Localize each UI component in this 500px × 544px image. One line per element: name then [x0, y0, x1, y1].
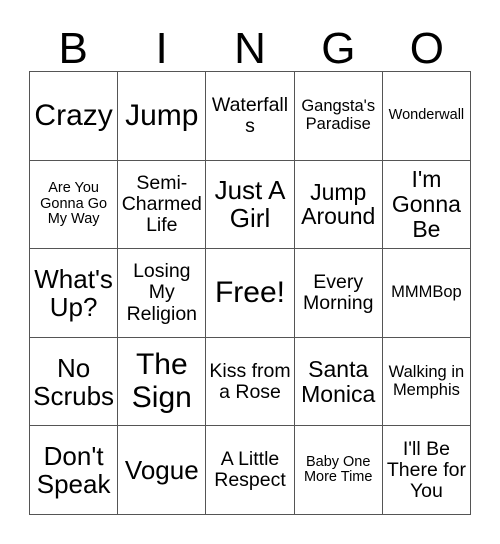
bingo-cell-label: Just A Girl: [214, 175, 286, 234]
bingo-cell[interactable]: The Sign: [118, 337, 207, 427]
bingo-cell-label: Santa Monica: [301, 355, 376, 407]
bingo-cell[interactable]: Santa Monica: [294, 337, 383, 427]
bingo-cell-label: Gangsta's Paradise: [301, 96, 376, 133]
bingo-cell[interactable]: I'm Gonna Be: [382, 160, 472, 250]
bingo-cell-label: Are You Gonna Go My Way: [40, 179, 108, 228]
bingo-cell[interactable]: Semi-Charmed Life: [118, 160, 207, 250]
bingo-cell-label: Baby One More Time: [303, 453, 373, 486]
bingo-header-letter-o: O: [409, 24, 444, 73]
bingo-cell[interactable]: Just A Girl: [206, 160, 295, 250]
bingo-cell[interactable]: Vogue: [118, 426, 207, 515]
bingo-cell-label: I'm Gonna Be: [391, 166, 461, 242]
bingo-cell-label: Crazy: [34, 98, 113, 132]
bingo-row: What's Up? Losing My Religion Free! Every M…: [30, 249, 472, 338]
bingo-cell-label: Free!: [214, 275, 286, 309]
bingo-cell-label: Jump Around: [301, 178, 376, 230]
bingo-cell[interactable]: Jump Around: [294, 160, 383, 250]
bingo-cell-label: I'll Be There for You: [386, 437, 466, 502]
bingo-cell[interactable]: Crazy: [30, 72, 119, 161]
bingo-row: Are You Gonna Go My Way Semi-Charmed Life…: [30, 160, 472, 250]
bingo-cell[interactable]: A Little Respect: [206, 426, 295, 515]
bingo-grid: Crazy Jump Waterfalls Gangsta's Paradise Won…: [29, 71, 472, 515]
bingo-cell[interactable]: MMMBop: [382, 249, 472, 338]
bingo-cell[interactable]: Wonderwall: [382, 72, 472, 161]
bingo-cell-label: What's Up?: [34, 263, 113, 322]
bingo-cell[interactable]: Are You Gonna Go My Way: [30, 160, 119, 250]
bingo-cell[interactable]: Waterfalls: [206, 72, 295, 161]
bingo-cell[interactable]: Losing My Religion: [118, 249, 207, 338]
bingo-cell[interactable]: Baby One More Time: [294, 426, 383, 515]
bingo-row: Crazy Jump Waterfalls Gangsta's Paradise Won…: [30, 72, 472, 161]
bingo-header-letters: BINGO: [29, 14, 471, 71]
bingo-cell-label: Vogue: [124, 455, 199, 486]
bingo-cell-label: No Scrubs: [33, 352, 115, 411]
bingo-row: No Scrubs The Sign Kiss from a Rose Santa M…: [30, 337, 472, 427]
bingo-header-letter-i: I: [155, 24, 168, 73]
bingo-cell-label: Semi-Charmed Life: [121, 171, 202, 236]
bingo-cell[interactable]: Jump: [118, 72, 207, 161]
bingo-cell[interactable]: Every Morning: [294, 249, 383, 338]
bingo-cell-label: Kiss from a Rose: [209, 359, 291, 403]
bingo-cell-label: Don't Speak: [36, 441, 111, 500]
bingo-row: Don't Speak Vogue A Little Respect Baby One…: [30, 426, 472, 515]
bingo-header-letter-g: G: [321, 24, 356, 73]
bingo-cell[interactable]: Don't Speak: [30, 426, 119, 515]
bingo-cell-label: Losing My Religion: [126, 260, 198, 325]
bingo-cell-label: A Little Respect: [214, 448, 286, 492]
bingo-cell[interactable]: Gangsta's Paradise: [294, 72, 383, 161]
bingo-cell-label: Waterfalls: [211, 93, 289, 137]
bingo-cell-label: The Sign: [131, 348, 192, 414]
bingo-card: B I N G O Crazy Jump Waterfalls Gangsta's Parad…: [0, 0, 500, 544]
bingo-cell-label: Wonderwall: [388, 106, 465, 123]
bingo-cell[interactable]: Walking in Memphis: [382, 337, 472, 427]
bingo-cell-label: Jump: [125, 98, 199, 132]
bingo-free-space-cell[interactable]: Free!: [206, 249, 295, 338]
bingo-header-letter-n: N: [234, 24, 266, 73]
bingo-cell-label: Walking in Memphis: [388, 362, 465, 399]
bingo-cell-label: MMMBop: [391, 283, 462, 302]
bingo-header-letter-b: B: [58, 24, 88, 73]
bingo-cell[interactable]: No Scrubs: [30, 337, 119, 427]
bingo-cell[interactable]: What's Up?: [30, 249, 119, 338]
bingo-cell-label: Every Morning: [302, 270, 374, 314]
bingo-cell[interactable]: I'll Be There for You: [382, 426, 472, 515]
bingo-cell[interactable]: Kiss from a Rose: [206, 337, 295, 427]
